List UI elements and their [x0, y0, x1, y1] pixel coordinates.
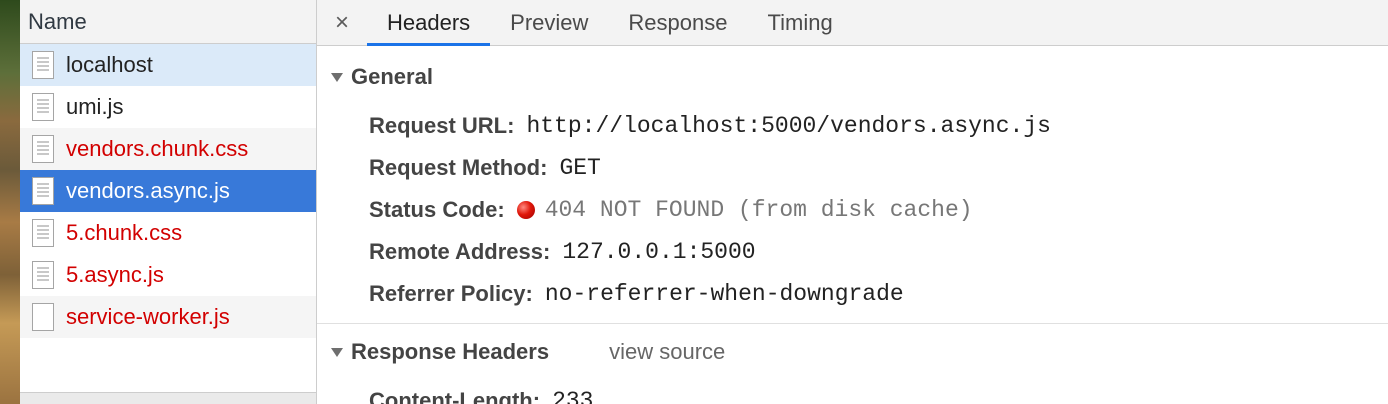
name-panel: Name localhost umi.js vendors.chunk.css … [20, 0, 317, 404]
request-url-row: Request URL: http://localhost:5000/vendo… [369, 105, 1388, 147]
status-code-row: Status Code: 404 NOT FOUND (from disk ca… [369, 189, 1388, 231]
request-row-5-async-js[interactable]: 5.async.js [20, 254, 316, 296]
request-list: localhost umi.js vendors.chunk.css vendo… [20, 44, 316, 338]
general-list: Request URL: http://localhost:5000/vendo… [317, 105, 1388, 315]
response-headers-header[interactable]: Response Headers view source [317, 324, 1388, 380]
response-headers-section: Response Headers view source Content-Len… [317, 324, 1388, 404]
request-row-5-chunk-css[interactable]: 5.chunk.css [20, 212, 316, 254]
section-title: Response Headers [351, 339, 550, 364]
request-method-row: Request Method: GET [369, 147, 1388, 189]
status-error-dot-icon [516, 201, 535, 219]
document-icon [32, 219, 54, 247]
horizontal-scrollbar[interactable] [20, 392, 316, 404]
expand-triangle-icon [331, 347, 343, 357]
section-title: General [351, 64, 433, 89]
document-icon [32, 93, 54, 121]
header-key: Remote Address: [369, 239, 551, 264]
document-icon [32, 261, 54, 289]
tab-response[interactable]: Response [608, 0, 747, 45]
request-name: vendors.async.js [66, 178, 230, 203]
header-key: Referrer Policy: [369, 281, 533, 306]
header-key: Request Method: [369, 155, 548, 180]
desktop-wallpaper [0, 0, 20, 404]
name-column-header[interactable]: Name [20, 0, 316, 44]
request-row-vendors-chunk-css[interactable]: vendors.chunk.css [20, 128, 316, 170]
request-row-service-worker-js[interactable]: service-worker.js [20, 296, 316, 338]
content-length-row: Content-Length: 233 [369, 380, 1388, 404]
tab-timing[interactable]: Timing [747, 0, 852, 45]
request-name: 5.async.js [66, 262, 164, 287]
document-icon [32, 177, 54, 205]
header-value: 233 [552, 388, 594, 404]
request-name: 5.chunk.css [66, 220, 183, 245]
header-value: no-referrer-when-downgrade [544, 281, 904, 307]
general-section: General Request URL: http://localhost:50… [317, 46, 1388, 315]
name-column-label: Name [28, 8, 87, 34]
header-value: 127.0.0.1:5000 [562, 239, 756, 265]
general-section-header[interactable]: General [317, 49, 1388, 105]
remote-address-row: Remote Address: 127.0.0.1:5000 [369, 231, 1388, 273]
header-key: Status Code: [369, 197, 505, 222]
view-source-link[interactable]: view source [609, 339, 725, 365]
close-icon[interactable]: × [317, 0, 367, 45]
blank-document-icon [32, 303, 54, 331]
header-key: Request URL: [369, 113, 515, 138]
request-name: vendors.chunk.css [66, 136, 249, 161]
document-icon [32, 135, 54, 163]
expand-triangle-icon [331, 72, 343, 82]
referrer-policy-row: Referrer Policy: no-referrer-when-downgr… [369, 273, 1388, 315]
header-value: http://localhost:5000/vendors.async.js [526, 113, 1051, 139]
request-row-vendors-async-js[interactable]: vendors.async.js [20, 170, 316, 212]
details-tabbar: × Headers Preview Response Timing [317, 0, 1388, 46]
request-row-localhost[interactable]: localhost [20, 44, 316, 86]
tab-preview[interactable]: Preview [490, 0, 608, 45]
request-name: service-worker.js [66, 304, 230, 329]
header-key: Content-Length: [369, 388, 541, 404]
request-row-umi-js[interactable]: umi.js [20, 86, 316, 128]
header-value: GET [559, 155, 601, 181]
request-details-panel: × Headers Preview Response Timing Genera… [317, 0, 1388, 404]
request-name: localhost [66, 52, 153, 77]
document-icon [32, 51, 54, 79]
request-name: umi.js [66, 94, 124, 119]
response-headers-list: Content-Length: 233 [317, 380, 1388, 404]
tab-headers[interactable]: Headers [367, 0, 491, 46]
header-value: 404 NOT FOUND (from disk cache) [544, 197, 973, 223]
